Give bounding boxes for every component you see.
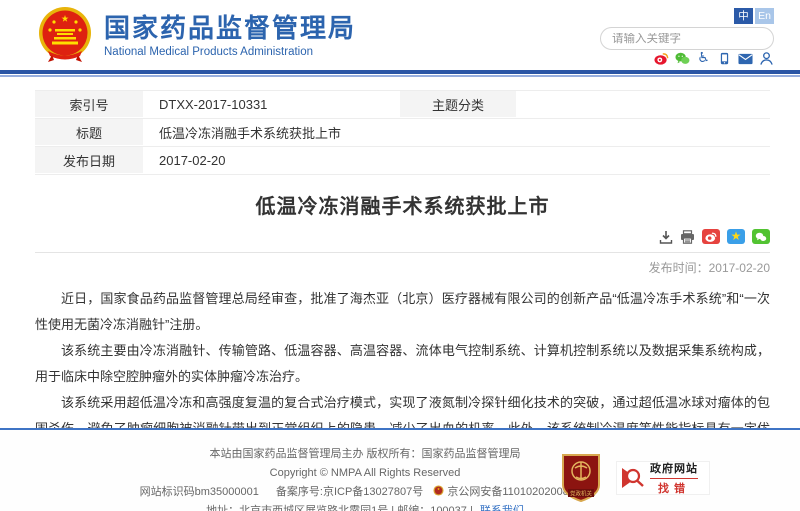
publish-date-label: 发布日期 [35, 147, 145, 174]
mobile-icon[interactable] [717, 51, 732, 66]
site-title: 国家药品监督管理局 [104, 13, 356, 43]
user-icon[interactable] [759, 51, 774, 66]
title-label: 标题 [35, 119, 145, 146]
topic-category-label: 主题分类 [400, 91, 518, 118]
site-brand[interactable]: 国家药品监督管理局 National Medical Products Admi… [38, 7, 356, 63]
header: 国家药品监督管理局 National Medical Products Admi… [0, 0, 800, 70]
address-text: 地址：北京市西城区展览路北露园1号 | 邮编：100037 | [206, 505, 473, 511]
document-info-table: 索引号 DTXX-2017-10331 主题分类 标题 低温冷冻消融手术系统获批… [35, 90, 770, 175]
find-error-line1: 政府网站 [650, 460, 698, 479]
gov-site-find-error-badge[interactable]: 政府网站 找错 [616, 461, 710, 495]
publish-date-value: 2017-02-20 [145, 147, 770, 174]
accessibility-icon[interactable]: ♿ [696, 51, 711, 66]
gov-badge-label: 党政机关 [570, 490, 593, 498]
table-row: 标题 低温冷冻消融手术系统获批上市 [35, 119, 770, 147]
find-error-magnifier-icon [620, 466, 646, 490]
police-badge-icon [433, 485, 444, 496]
brand-text: 国家药品监督管理局 National Medical Products Admi… [104, 13, 356, 58]
table-row: 发布日期 2017-02-20 [35, 147, 770, 175]
icp-number: 备案序号:京ICP备13027807号 [276, 486, 423, 498]
publish-time: 发布时间：2017-02-20 [35, 259, 770, 276]
page-title: 低温冷冻消融手术系统获批上市 [35, 190, 770, 219]
table-row: 索引号 DTXX-2017-10331 主题分类 [35, 91, 770, 119]
lang-zh-button[interactable]: 中 [734, 8, 753, 24]
header-social-icons: ♿ [654, 51, 774, 66]
wechat-icon[interactable] [675, 51, 690, 66]
topic-category-value [518, 91, 770, 118]
site-id-code: 网站标识码bm35000001 [140, 486, 259, 498]
search-box [600, 27, 774, 50]
weibo-icon[interactable] [654, 51, 669, 66]
language-toggle: 中 En [734, 8, 774, 24]
title-divider [35, 252, 770, 253]
email-icon[interactable] [738, 51, 753, 66]
footer: 本站由国家药品监督管理局主办 版权所有：国家药品监督管理局 Copyright … [0, 428, 800, 511]
paragraph: 该系统主要由冷冻消融针、传输管路、低温容器、高温容器、流体电气控制系统、计算机控… [35, 338, 770, 390]
index-number-label: 索引号 [35, 91, 145, 118]
find-error-line2: 找错 [650, 480, 698, 496]
find-error-text: 政府网站 找错 [650, 460, 698, 496]
publish-time-value: 2017-02-20 [709, 261, 770, 275]
title-value: 低温冷冻消融手术系统获批上市 [145, 119, 770, 146]
lang-en-button[interactable]: En [755, 8, 774, 24]
download-icon[interactable] [659, 230, 673, 244]
share-qzone-icon[interactable]: ★ [727, 229, 745, 244]
index-number-value: DTXX-2017-10331 [145, 91, 398, 118]
footer-address-line: 地址：北京市西城区展览路北露园1号 | 邮编：100037 | 联系我们 [0, 502, 730, 511]
national-emblem-logo [38, 7, 92, 63]
publish-time-label: 发布时间： [649, 261, 709, 275]
search-input[interactable] [601, 33, 766, 45]
site-subtitle: National Medical Products Administration [104, 46, 356, 58]
share-wechat-icon[interactable] [752, 229, 770, 244]
share-weibo-icon[interactable] [702, 229, 720, 244]
page: 国家药品监督管理局 National Medical Products Admi… [0, 0, 800, 511]
print-icon[interactable] [680, 230, 695, 244]
header-divider [0, 70, 800, 77]
contact-us-link[interactable]: 联系我们 [480, 505, 524, 511]
article-toolbar: ★ [35, 228, 770, 245]
paragraph: 近日，国家食品药品监督管理总局经审查，批准了海杰亚（北京）医疗器械有限公司的创新… [35, 286, 770, 338]
gov-agency-badge[interactable]: 党政机关 [561, 453, 601, 503]
